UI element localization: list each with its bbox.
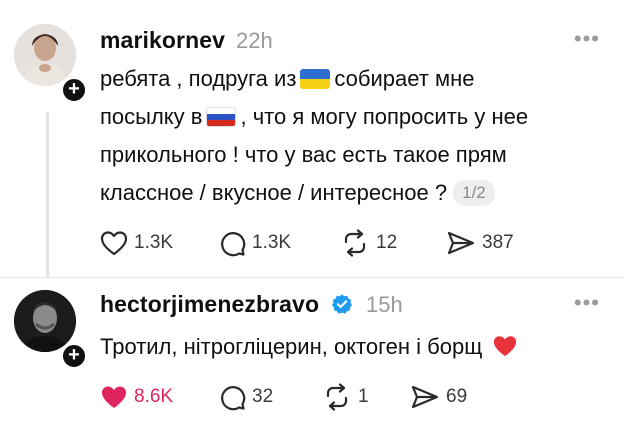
post-marikornev[interactable]: + marikornev 22h ••• ребята , подруга из… xyxy=(0,0,624,278)
more-options-icon[interactable]: ••• xyxy=(574,290,600,316)
like-button[interactable]: 1.3K xyxy=(100,228,173,258)
reply-count: 1.3K xyxy=(252,232,292,253)
repost-button[interactable]: 12 xyxy=(340,228,397,258)
share-button[interactable]: 69 xyxy=(410,382,467,412)
verified-badge-icon xyxy=(332,294,352,314)
heart-filled-icon xyxy=(102,386,126,408)
reply-button[interactable]: 1.3K xyxy=(218,228,291,258)
post-text-line: ребята , подруга из xyxy=(100,66,297,91)
reply-bubble-icon xyxy=(221,232,246,257)
username[interactable]: marikornev xyxy=(100,27,225,54)
post-text-line: прикольного ! что у вас есть такое прям xyxy=(100,142,507,167)
repost-icon xyxy=(344,229,366,257)
russia-flag-icon xyxy=(206,107,237,127)
red-heart-emoji-icon xyxy=(494,336,517,357)
post-text: ребята , подруга из собирает мне посылку … xyxy=(100,60,600,212)
post-text-line: посылку в xyxy=(100,104,203,129)
share-count: 387 xyxy=(482,232,514,253)
repost-count: 12 xyxy=(376,232,398,253)
follow-plus-button[interactable]: + xyxy=(60,76,88,104)
heart-icon xyxy=(100,231,128,256)
post-time: 15h xyxy=(366,292,403,317)
post-text-line: Тротил, нітрогліцерин, октоген і борщ xyxy=(100,334,483,359)
repost-button[interactable]: 1 xyxy=(322,382,369,412)
follow-plus-button[interactable]: + xyxy=(60,342,88,370)
post-text: Тротил, нітрогліцерин, октоген і борщ xyxy=(100,328,600,366)
post-text-line: собирает мне xyxy=(334,66,475,91)
more-options-icon[interactable]: ••• xyxy=(574,26,600,52)
send-icon xyxy=(447,231,475,255)
share-button[interactable]: 387 xyxy=(446,228,514,258)
thread-pager-badge[interactable]: 1/2 xyxy=(453,180,495,206)
repost-count: 1 xyxy=(358,386,369,407)
share-count: 69 xyxy=(446,386,468,407)
like-button[interactable]: 8.6K xyxy=(100,382,173,412)
like-count: 1.3K xyxy=(134,232,174,253)
reply-count: 32 xyxy=(252,386,274,407)
repost-icon xyxy=(326,383,348,411)
reply-button[interactable]: 32 xyxy=(218,382,273,412)
reply-bubble-icon xyxy=(221,386,246,411)
post-text-line: классное / вкусное / интересное ? xyxy=(100,180,448,205)
post-time: 22h xyxy=(236,28,273,53)
post-text-line: , что я могу попросить у нее xyxy=(240,104,529,129)
post-actions: 8.6K 32 1 69 xyxy=(100,382,580,412)
thread-connector-line xyxy=(46,112,49,278)
send-icon xyxy=(411,385,439,409)
post-hectorjimenezbravo[interactable]: + hectorjimenezbravo 15h ••• Тротил, ніт… xyxy=(0,278,624,440)
like-count: 8.6K xyxy=(134,386,174,407)
username[interactable]: hectorjimenezbravo xyxy=(100,291,319,318)
post-actions: 1.3K 1.3K 12 387 xyxy=(100,228,580,258)
ukraine-flag-icon xyxy=(300,69,331,89)
